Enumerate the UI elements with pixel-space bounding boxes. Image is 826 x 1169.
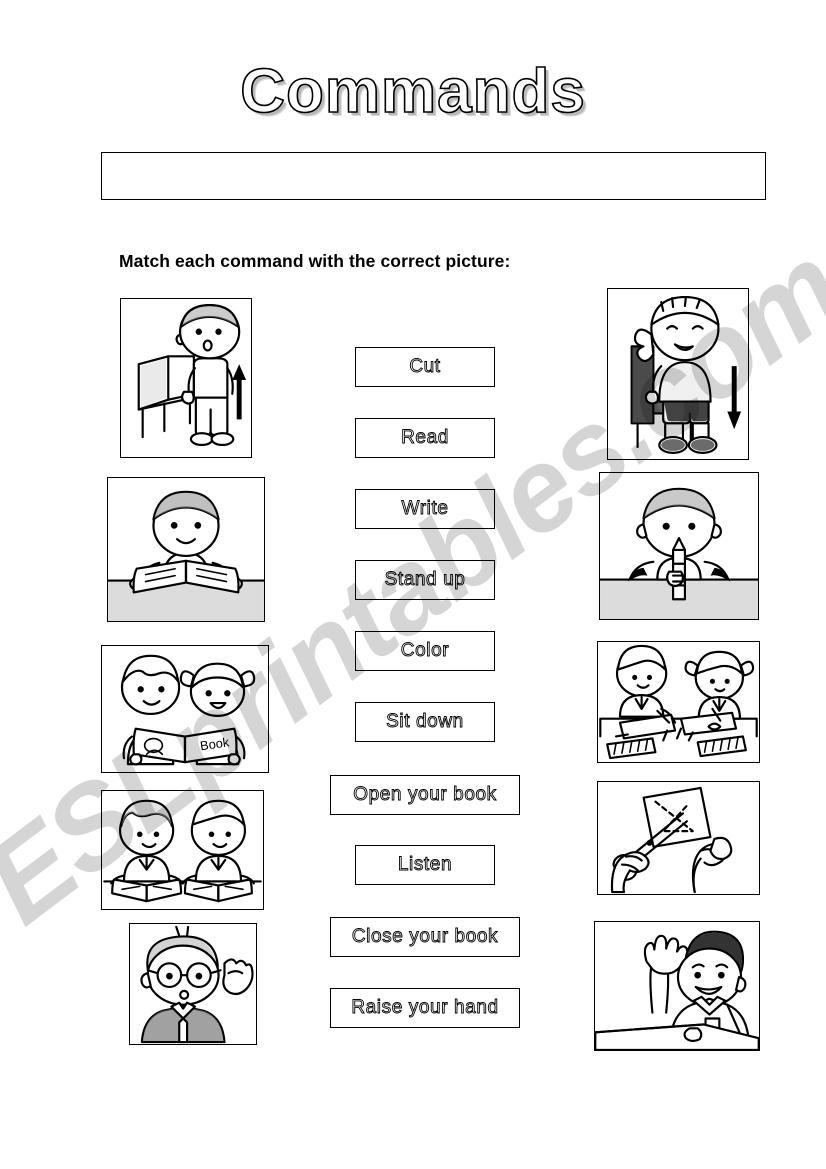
right-picture-raise-your-hand[interactable] [594,921,760,1051]
command-label-listen: Listen [397,854,453,876]
command-label-close-your-book: Close your book [351,926,499,948]
left-picture-read[interactable] [107,477,265,622]
raise-your-hand-illustration [595,922,759,1050]
worksheet-page: ESLprintables.com Commands Match each co… [0,0,826,1169]
command-box-color[interactable]: Color [355,631,495,671]
right-picture-color[interactable] [597,641,760,763]
command-box-cut[interactable]: Cut [355,347,495,387]
left-picture-listen[interactable] [129,923,257,1045]
cut-illustration [598,782,759,894]
command-box-write[interactable]: Write [355,489,495,529]
right-picture-sit-down[interactable] [607,288,749,460]
command-label-write: Write [401,498,449,520]
page-title: Commands [239,56,586,127]
listen-illustration [130,924,256,1044]
stand-up-illustration [121,299,251,457]
command-box-stand-up[interactable]: Stand up [355,560,495,600]
command-label-color: Color [400,640,450,662]
command-box-read[interactable]: Read [355,418,495,458]
command-label-sit-down: Sit down [386,711,464,733]
read-illustration [108,478,264,621]
name-date-field[interactable] [101,152,766,200]
command-box-listen[interactable]: Listen [355,845,495,885]
left-picture-open-your-book[interactable]: Book [101,645,269,773]
command-box-open-your-book[interactable]: Open your book [330,775,520,815]
command-label-raise-your-hand: Raise your hand [351,997,499,1019]
command-box-close-your-book[interactable]: Close your book [330,917,520,957]
command-label-cut: Cut [409,356,441,378]
color-illustration [598,642,759,762]
command-box-sit-down[interactable]: Sit down [355,702,495,742]
open-your-book-illustration: Book [102,646,268,772]
command-box-raise-your-hand[interactable]: Raise your hand [330,988,520,1028]
command-label-stand-up: Stand up [384,569,466,591]
right-picture-cut[interactable] [597,781,760,895]
command-label-read: Read [401,427,449,449]
write-illustration [600,473,758,619]
instruction-text: Match each command with the correct pict… [119,251,511,271]
page-title-wrap: Commands [0,56,826,127]
sit-down-illustration [608,289,748,459]
left-picture-stand-up[interactable] [120,298,252,458]
left-picture-close-your-book[interactable] [101,790,264,910]
close-your-book-illustration [102,791,263,909]
right-picture-write[interactable] [599,472,759,620]
command-label-open-your-book: Open your book [353,784,497,806]
